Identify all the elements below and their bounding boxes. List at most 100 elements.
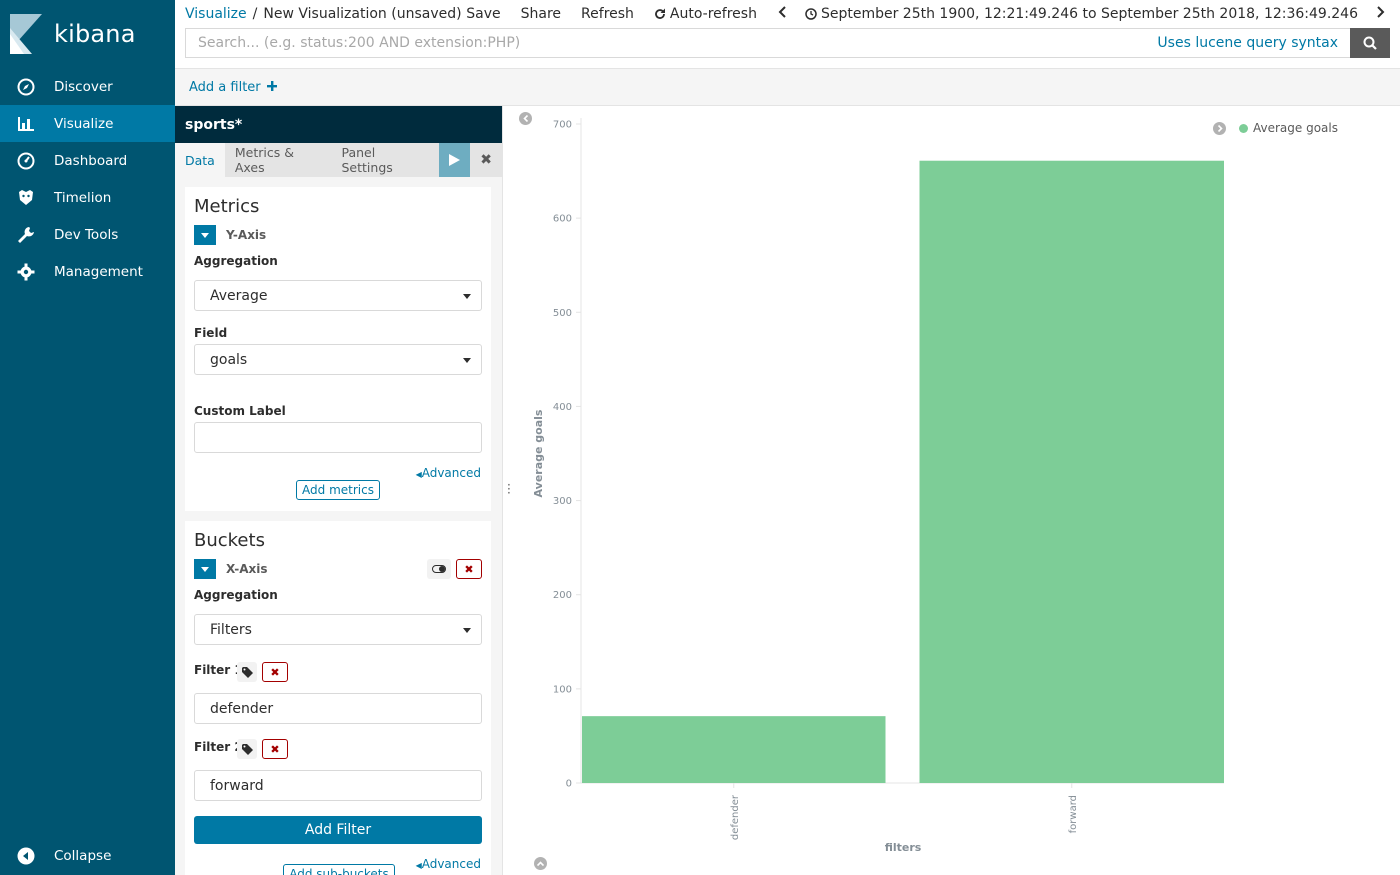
x-axis-title: filters [885, 841, 922, 854]
x-axis-toggle-button[interactable] [194, 559, 216, 579]
x-tick-label: defender [730, 794, 741, 840]
search-button[interactable] [1350, 28, 1390, 58]
sidebar: kibana Discover Visualize Dashboard Time… [0, 0, 175, 875]
buckets-advanced-toggle[interactable]: ◀Advanced [416, 857, 481, 871]
y-axis-toggle-button[interactable] [194, 225, 216, 245]
y-axis-label: Y-Axis [226, 228, 267, 242]
filter-1-input[interactable]: defender [194, 693, 482, 724]
filter-1-label-button[interactable] [237, 662, 257, 682]
y-tick-label: 600 [553, 214, 572, 225]
plus-icon [266, 81, 277, 91]
sidebar-item-discover[interactable]: Discover [0, 68, 175, 105]
caret-down-icon [463, 358, 471, 363]
y-tick-label: 300 [553, 496, 572, 507]
wrench-icon [16, 225, 36, 245]
vis-editor-sidebar: sports* Data Metrics & Axes Panel Settin… [175, 106, 502, 875]
breadcrumb-visualize-link[interactable]: Visualize [185, 6, 247, 22]
breadcrumb-current: New Visualization (unsaved) [263, 6, 462, 22]
auto-refresh-button[interactable]: Auto-refresh [644, 6, 767, 22]
apply-changes-button[interactable] [438, 143, 471, 177]
x-axis-label: X-Axis [226, 562, 268, 576]
top-menu: Save Share Refresh Auto-refresh Septembe… [456, 6, 1386, 22]
field-select[interactable]: goals [194, 344, 482, 375]
buckets-aggregation-label: Aggregation [194, 588, 278, 602]
search-icon [1363, 36, 1377, 50]
refresh-icon [655, 8, 665, 19]
disable-aggregation-toggle[interactable] [427, 559, 451, 579]
buckets-title: Buckets [194, 530, 265, 551]
save-button[interactable]: Save [456, 6, 510, 22]
metrics-aggregation-value: Average [210, 287, 268, 304]
discard-changes-button[interactable]: ✖ [470, 143, 502, 177]
lucene-syntax-link[interactable]: Uses lucene query syntax [1157, 35, 1338, 51]
sidebar-item-label: Visualize [54, 115, 114, 132]
tab-data[interactable]: Data [175, 143, 225, 177]
chart-bar [582, 716, 886, 783]
metrics-advanced-toggle[interactable]: ◀Advanced [416, 466, 481, 480]
auto-refresh-label: Auto-refresh [669, 6, 757, 22]
sidebar-item-label: Dev Tools [54, 226, 119, 243]
advanced-label: Advanced [421, 857, 481, 871]
filter-2-label-button[interactable] [237, 739, 257, 759]
kibana-logo[interactable]: kibana [0, 0, 175, 68]
query-bar: Search... (e.g. status:200 AND extension… [185, 28, 1390, 58]
remove-x-axis-button[interactable]: ✖ [456, 559, 482, 579]
bar-chart-icon [16, 114, 36, 134]
play-icon [449, 154, 461, 166]
time-forward-button[interactable] [1366, 6, 1386, 22]
top-nav: Visualize / New Visualization (unsaved) … [175, 0, 1400, 68]
custom-label-label: Custom Label [194, 404, 286, 418]
custom-label-input[interactable] [194, 422, 482, 453]
close-icon: ✖ [480, 152, 492, 168]
breadcrumb-separator: / [252, 6, 258, 22]
metrics-aggregation-label: Aggregation [194, 254, 278, 268]
collapse-button[interactable]: Collapse [0, 843, 175, 869]
caret-down-icon [201, 232, 209, 238]
filter-1-label: Filter 1 [194, 663, 243, 677]
add-filter-button[interactable]: Add Filter [194, 816, 482, 844]
sidebar-item-timelion[interactable]: Timelion [0, 179, 175, 216]
filter-2-input[interactable]: forward [194, 770, 482, 801]
logo-text: kibana [54, 20, 136, 48]
time-picker[interactable]: September 25th 1900, 12:21:49.246 to Sep… [797, 6, 1366, 22]
close-icon: ✖ [464, 562, 474, 576]
chart-area: Average goals 0 100 200 300 400 500 600 700 defe… [514, 106, 1400, 875]
close-icon: ✖ [270, 665, 280, 679]
sidebar-item-label: Management [54, 263, 143, 280]
sidebar-item-dashboard[interactable]: Dashboard [0, 142, 175, 179]
close-icon: ✖ [270, 742, 280, 756]
toggle-icon [432, 565, 446, 573]
buckets-card: Buckets X-Axis ✖ Aggregation Filters Fil… [185, 521, 491, 875]
caret-down-icon [201, 566, 209, 572]
buckets-aggregation-value: Filters [210, 621, 252, 638]
sidebar-item-management[interactable]: Management [0, 253, 175, 290]
field-label: Field [194, 326, 228, 340]
refresh-button[interactable]: Refresh [571, 6, 644, 22]
add-sub-buckets-button[interactable]: Add sub-buckets [283, 864, 395, 875]
x-tick-label: forward [1068, 795, 1079, 833]
tab-panel-settings[interactable]: Panel Settings [332, 143, 435, 177]
sidebar-item-dev-tools[interactable]: Dev Tools [0, 216, 175, 253]
remove-filter-2-button[interactable]: ✖ [262, 739, 288, 759]
time-back-button[interactable] [767, 6, 797, 22]
add-filter-link[interactable]: Add a filter [189, 80, 277, 95]
drag-handle-icon[interactable]: · · · [507, 479, 511, 499]
caret-down-icon [463, 628, 471, 633]
metrics-title: Metrics [194, 196, 260, 217]
timelion-icon [16, 188, 36, 208]
metrics-card: Metrics Y-Axis Aggregation Average Field… [185, 187, 491, 511]
add-metrics-button[interactable]: Add metrics [296, 480, 380, 500]
kibana-logo-icon [10, 14, 42, 54]
y-tick-label: 100 [553, 684, 572, 695]
chevron-right-icon [1377, 6, 1385, 18]
share-button[interactable]: Share [511, 6, 571, 22]
search-input[interactable]: Search... (e.g. status:200 AND extension… [185, 28, 1350, 58]
filter-bar: Add a filter [175, 68, 1400, 106]
gauge-icon [16, 151, 36, 171]
remove-filter-1-button[interactable]: ✖ [262, 662, 288, 682]
tab-metrics-axes[interactable]: Metrics & Axes [225, 143, 332, 177]
sidebar-item-visualize[interactable]: Visualize [0, 105, 175, 142]
metrics-aggregation-select[interactable]: Average [194, 280, 482, 311]
time-range-label: September 25th 1900, 12:21:49.246 to Sep… [820, 6, 1358, 22]
buckets-aggregation-select[interactable]: Filters [194, 614, 482, 645]
